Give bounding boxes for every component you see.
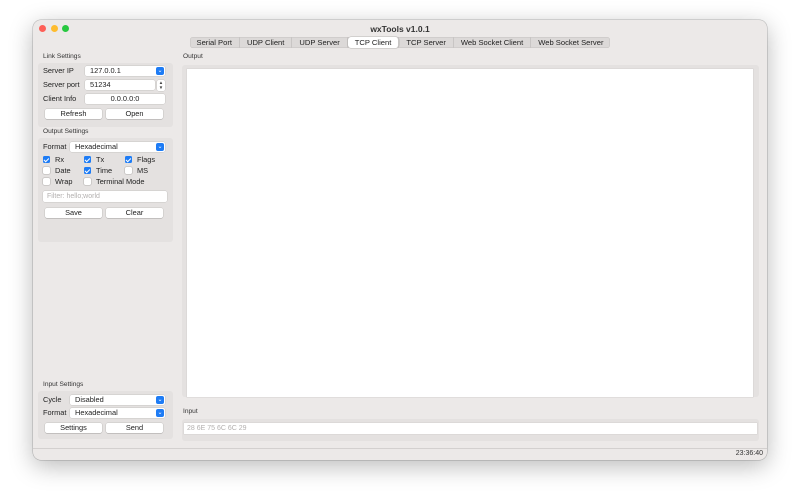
server-port-value: 51234 xyxy=(90,80,111,89)
tab-udp-client[interactable]: UDP Client xyxy=(240,37,293,48)
status-clock: 23:36:40 xyxy=(735,450,763,457)
date-checkbox[interactable]: Date xyxy=(43,166,71,175)
checkbox-checked-icon[interactable] xyxy=(84,167,91,174)
tab-tcp-client[interactable]: TCP Client xyxy=(347,37,400,48)
tab-tcp-server[interactable]: TCP Server xyxy=(399,37,454,48)
close-window-button[interactable] xyxy=(39,25,46,32)
rx-label: Rx xyxy=(55,155,65,164)
wrap-checkbox[interactable]: Wrap xyxy=(43,177,73,186)
output-format-value: Hexadecimal xyxy=(75,142,118,151)
send-button[interactable]: Send xyxy=(106,423,163,433)
tab-strip: Serial Port UDP Client UDP Server TCP Cl… xyxy=(33,37,767,49)
ms-checkbox[interactable]: MS xyxy=(125,166,148,175)
checkbox-unchecked-icon[interactable] xyxy=(125,167,132,174)
server-ip-value: 127.0.0.1 xyxy=(90,66,121,75)
output-format-label: Format xyxy=(43,142,67,151)
tx-checkbox[interactable]: Tx xyxy=(84,155,104,164)
checkbox-checked-icon[interactable] xyxy=(84,156,91,163)
time-label: Time xyxy=(96,166,113,175)
client-info-row: Client Info xyxy=(43,94,76,103)
window-title: wxTools v1.0.1 xyxy=(370,23,430,34)
wrap-label: Wrap xyxy=(55,177,73,186)
checkbox-checked-icon[interactable] xyxy=(43,156,50,163)
minimize-window-button[interactable] xyxy=(50,25,58,32)
server-port-row: Server port xyxy=(43,80,80,89)
client-info-field: 0.0.0.0:0 xyxy=(85,94,165,104)
output-text-area[interactable] xyxy=(187,69,753,397)
client-info-label: Client Info xyxy=(43,94,77,103)
zoom-window-button[interactable] xyxy=(62,25,69,32)
chevron-down-icon: ⌄ xyxy=(156,67,164,75)
open-button[interactable]: Open xyxy=(106,109,163,119)
link-settings-title: Link Settings xyxy=(43,53,81,60)
client-info-value: 0.0.0.0:0 xyxy=(110,94,140,103)
filter-input[interactable]: Filter: hello;world xyxy=(43,191,167,202)
refresh-button[interactable]: Refresh xyxy=(45,109,102,119)
tab-serial-port[interactable]: Serial Port xyxy=(190,37,240,48)
output-settings-group: Format Hexadecimal ⌄ Rx Tx Flags Date Ti… xyxy=(38,138,173,242)
app-window: wxTools v1.0.1 Serial Port UDP Client UD… xyxy=(33,20,767,460)
terminal-mode-label: Terminal Mode xyxy=(96,177,145,186)
input-format-label: Format xyxy=(43,408,67,417)
cycle-value: Disabled xyxy=(75,395,104,404)
output-format-select[interactable]: Hexadecimal ⌄ xyxy=(70,142,165,152)
server-port-label: Server port xyxy=(43,80,80,89)
cycle-label: Cycle xyxy=(43,395,62,404)
output-settings-title: Output Settings xyxy=(43,128,89,135)
terminal-mode-checkbox[interactable]: Terminal Mode xyxy=(84,177,144,186)
input-format-value: Hexadecimal xyxy=(75,408,118,417)
tab-web-socket-server[interactable]: Web Socket Server xyxy=(531,37,610,48)
chevron-down-icon: ⌄ xyxy=(156,396,164,404)
output-group xyxy=(182,65,759,397)
input-format-select[interactable]: Hexadecimal ⌄ xyxy=(70,408,165,418)
input-settings-title: Input Settings xyxy=(43,381,84,388)
checkbox-checked-icon[interactable] xyxy=(125,156,132,163)
server-port-stepper[interactable]: ▲ ▼ xyxy=(157,79,165,91)
date-label: Date xyxy=(55,166,71,175)
input-settings-group: Cycle Disabled ⌄ Format Hexadecimal ⌄ Se… xyxy=(38,391,173,439)
output-format-row: Format xyxy=(43,142,66,151)
status-bar: 23:36:40 xyxy=(33,448,767,460)
title-bar: wxTools v1.0.1 xyxy=(33,20,767,37)
save-button[interactable]: Save xyxy=(45,208,102,218)
server-ip-row: Server IP xyxy=(43,66,74,75)
io-panel: Output Input 28 6E 75 6C 6C 29 xyxy=(179,51,763,449)
input-format-row: Format xyxy=(43,408,66,417)
cycle-select[interactable]: Disabled ⌄ xyxy=(70,395,165,405)
tab-web-socket-client[interactable]: Web Socket Client xyxy=(454,37,532,48)
input-text-field[interactable]: 28 6E 75 6C 6C 29 xyxy=(184,423,757,434)
output-title: Output xyxy=(183,53,203,60)
stepper-down-icon[interactable]: ▼ xyxy=(157,85,165,91)
settings-panel: Link Settings Server IP 127.0.0.1 ⌄ Serv… xyxy=(38,51,173,449)
chevron-down-icon: ⌄ xyxy=(156,143,164,151)
settings-button[interactable]: Settings xyxy=(45,423,102,433)
input-group: 28 6E 75 6C 6C 29 xyxy=(182,419,759,441)
flags-label: Flags xyxy=(137,155,156,164)
time-checkbox[interactable]: Time xyxy=(84,166,112,175)
chevron-down-icon: ⌄ xyxy=(156,409,164,417)
checkbox-unchecked-icon[interactable] xyxy=(84,178,91,185)
server-ip-select[interactable]: 127.0.0.1 ⌄ xyxy=(85,66,165,76)
checkbox-unchecked-icon[interactable] xyxy=(43,167,50,174)
link-settings-group: Server IP 127.0.0.1 ⌄ Server port 51234 … xyxy=(38,63,173,127)
input-title: Input xyxy=(183,408,198,415)
ms-label: MS xyxy=(137,166,149,175)
flags-checkbox[interactable]: Flags xyxy=(125,155,155,164)
window-controls xyxy=(39,25,69,32)
cycle-row: Cycle xyxy=(43,395,61,404)
checkbox-unchecked-icon[interactable] xyxy=(43,178,50,185)
tx-label: Tx xyxy=(96,155,105,164)
tab-bar: Serial Port UDP Client UDP Server TCP Cl… xyxy=(189,37,611,48)
clear-button[interactable]: Clear xyxy=(106,208,163,218)
server-ip-label: Server IP xyxy=(43,66,74,75)
server-port-input[interactable]: 51234 xyxy=(85,80,155,90)
tab-udp-server[interactable]: UDP Server xyxy=(292,37,348,48)
rx-checkbox[interactable]: Rx xyxy=(43,155,64,164)
